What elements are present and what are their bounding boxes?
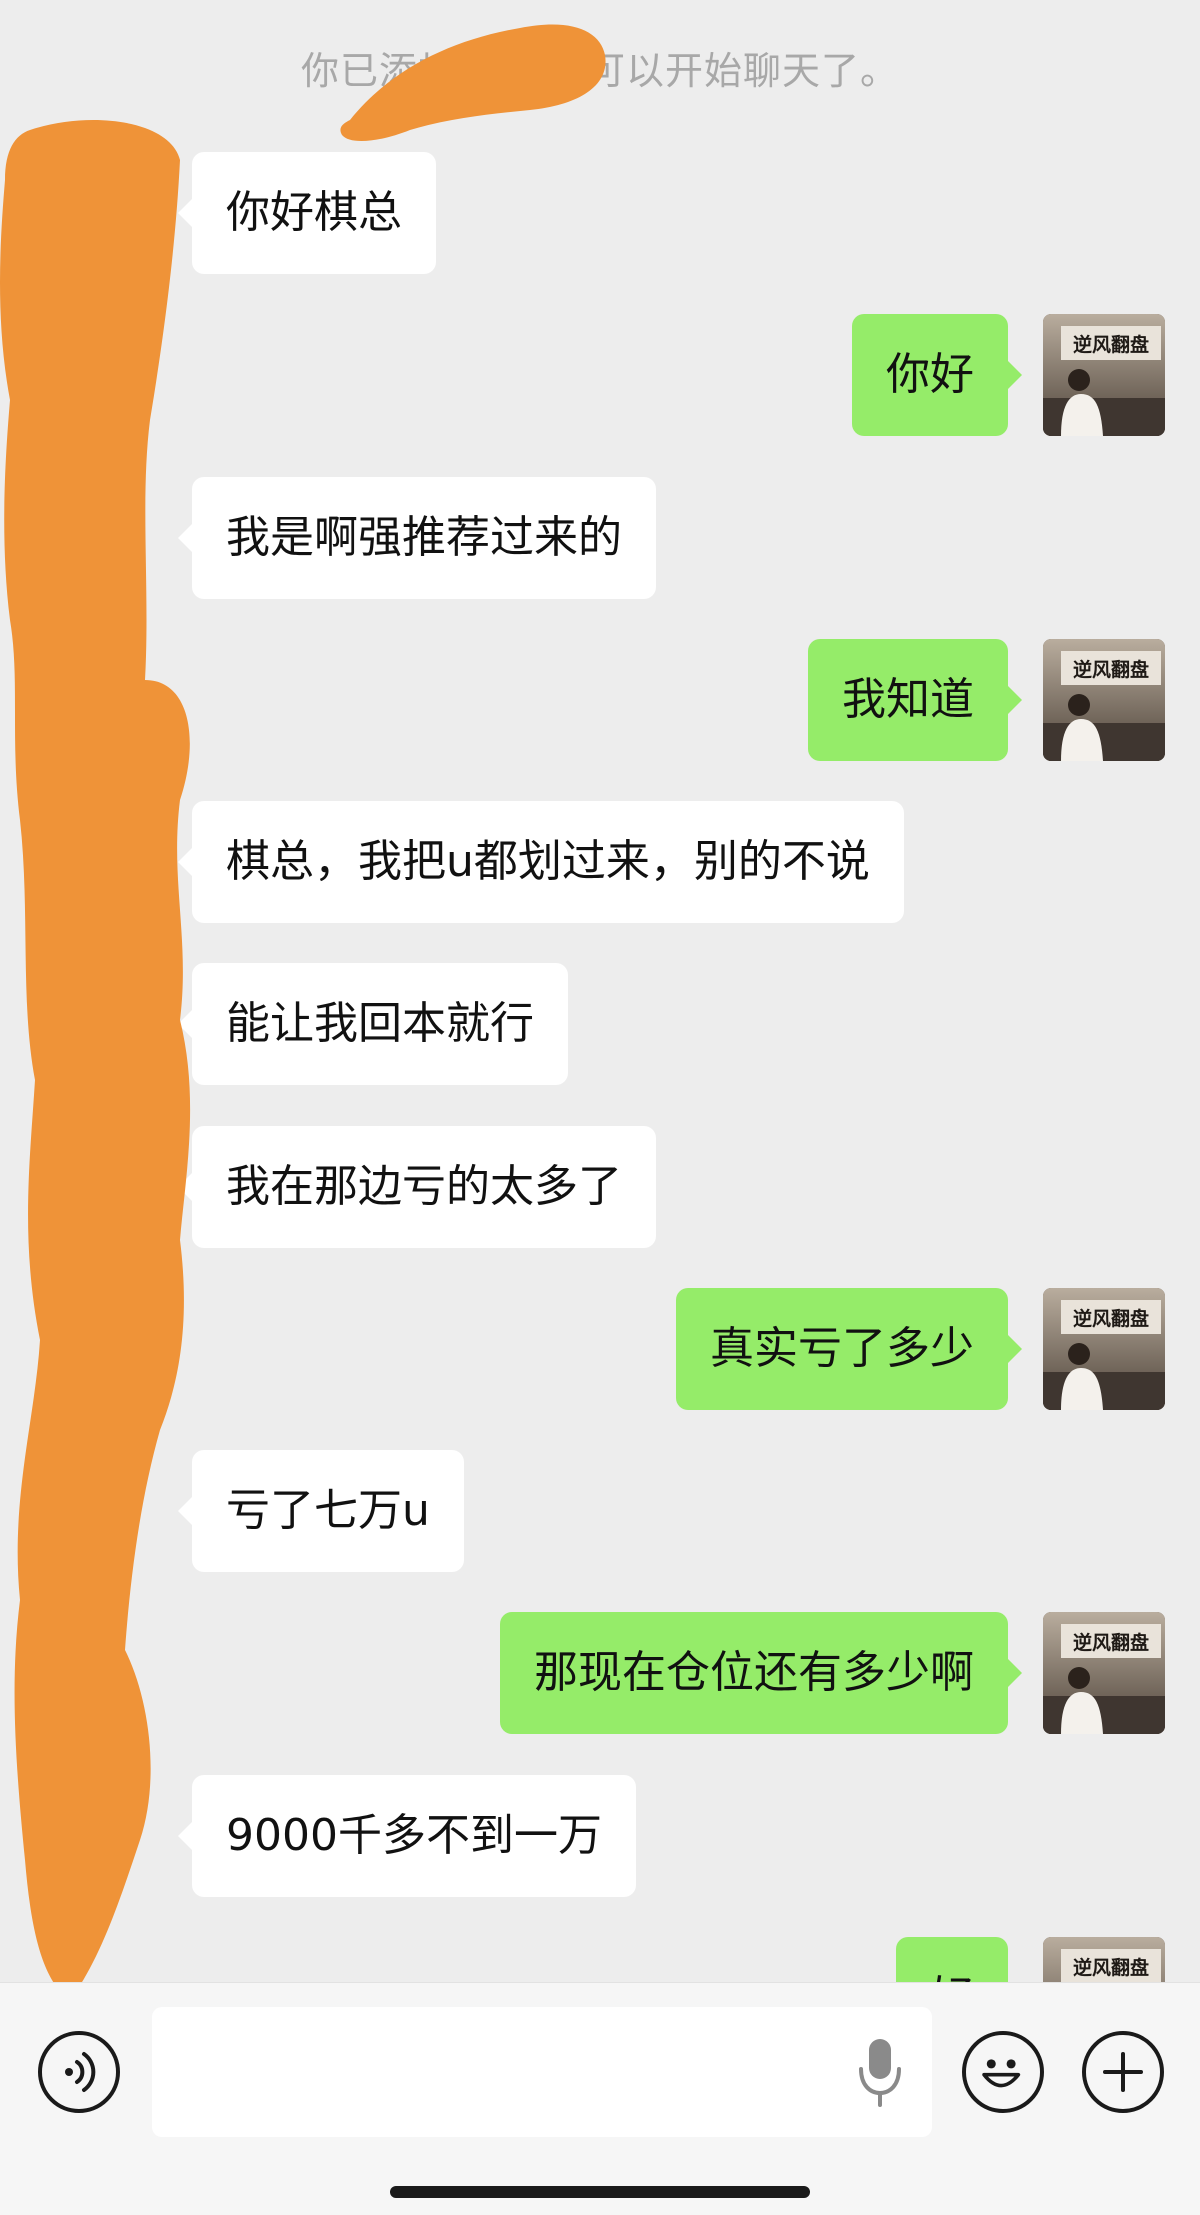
home-indicator <box>390 2186 810 2198</box>
input-bar <box>0 1982 1200 2215</box>
received-message-bubble[interactable]: 我是啊强推荐过来的 <box>178 477 656 599</box>
sent-message-bubble[interactable]: 真实亏了多少 <box>676 1288 1022 1410</box>
emoji-button[interactable] <box>962 2031 1044 2113</box>
message-row-received: 你好棋总 <box>0 152 1200 274</box>
avatar[interactable]: 逆风翻盘 <box>1043 639 1165 761</box>
received-message-bubble[interactable]: 亏了七万u <box>178 1450 464 1572</box>
message-row-received: 棋总，我把u都划过来，别的不说 <box>0 801 1200 923</box>
received-message-bubble[interactable]: 我在那边亏的太多了 <box>178 1126 656 1248</box>
received-message-bubble[interactable]: 棋总，我把u都划过来，别的不说 <box>178 801 904 923</box>
message-row-received: 亏了七万u <box>0 1450 1200 1572</box>
avatar-sign-text: 逆风翻盘 <box>1073 1956 1149 1979</box>
system-notice: 你已添加了 现在可以开始聊天了。 <box>300 49 900 93</box>
avatar[interactable]: 逆风翻盘 <box>1043 1937 1165 1982</box>
message-row-received: 我在那边亏的太多了 <box>0 1126 1200 1248</box>
sent-message-bubble[interactable]: 你好 <box>852 314 1022 436</box>
avatar[interactable]: 逆风翻盘 <box>1043 314 1165 436</box>
voice-icon <box>65 2052 96 2092</box>
avatar-sign-text: 逆风翻盘 <box>1073 658 1149 681</box>
message-row-sent: 好 逆风翻盘 <box>0 1937 1200 1982</box>
voice-mode-button[interactable] <box>38 2031 120 2113</box>
message-row-sent: 真实亏了多少 逆风翻盘 <box>0 1288 1200 1410</box>
message-row-sent: 我知道 逆风翻盘 <box>0 639 1200 761</box>
avatar[interactable]: 逆风翻盘 <box>1043 1288 1165 1410</box>
message-row-sent: 你好 逆风翻盘 <box>0 314 1200 436</box>
message-row-received: 我是啊强推荐过来的 <box>0 477 1200 599</box>
avatar-sign-text: 逆风翻盘 <box>1073 1307 1149 1330</box>
chat-screen: 你已添加了 现在可以开始聊天了。 你好棋总 你好 逆风翻盘 我是啊强推荐过来的 我知道逆… <box>0 0 1200 2215</box>
message-row-received: 能让我回本就行 <box>0 963 1200 1085</box>
avatar-sign-text: 逆风翻盘 <box>1073 333 1149 356</box>
avatar-sign-text: 逆风翻盘 <box>1073 1631 1149 1654</box>
emoji-icon <box>982 2059 1021 2088</box>
more-options-button[interactable] <box>1082 2031 1164 2113</box>
message-row-sent: 那现在仓位还有多少啊 逆风翻盘 <box>0 1612 1200 1734</box>
received-message-bubble[interactable]: 你好棋总 <box>178 152 436 274</box>
avatar[interactable]: 逆风翻盘 <box>1043 1612 1165 1734</box>
sent-message-bubble[interactable]: 好 <box>896 1937 1008 1982</box>
sent-message-bubble[interactable]: 我知道 <box>808 639 1022 761</box>
received-message-bubble[interactable]: 能让我回本就行 <box>178 963 568 1085</box>
message-input[interactable] <box>152 2007 932 2137</box>
message-row-received: 9000千多不到一万 <box>0 1775 1200 1897</box>
received-message-bubble[interactable]: 9000千多不到一万 <box>178 1775 636 1897</box>
sent-message-bubble[interactable]: 那现在仓位还有多少啊 <box>500 1612 1022 1734</box>
plus-icon <box>1103 2052 1143 2092</box>
microphone-icon[interactable] <box>856 2035 904 2109</box>
